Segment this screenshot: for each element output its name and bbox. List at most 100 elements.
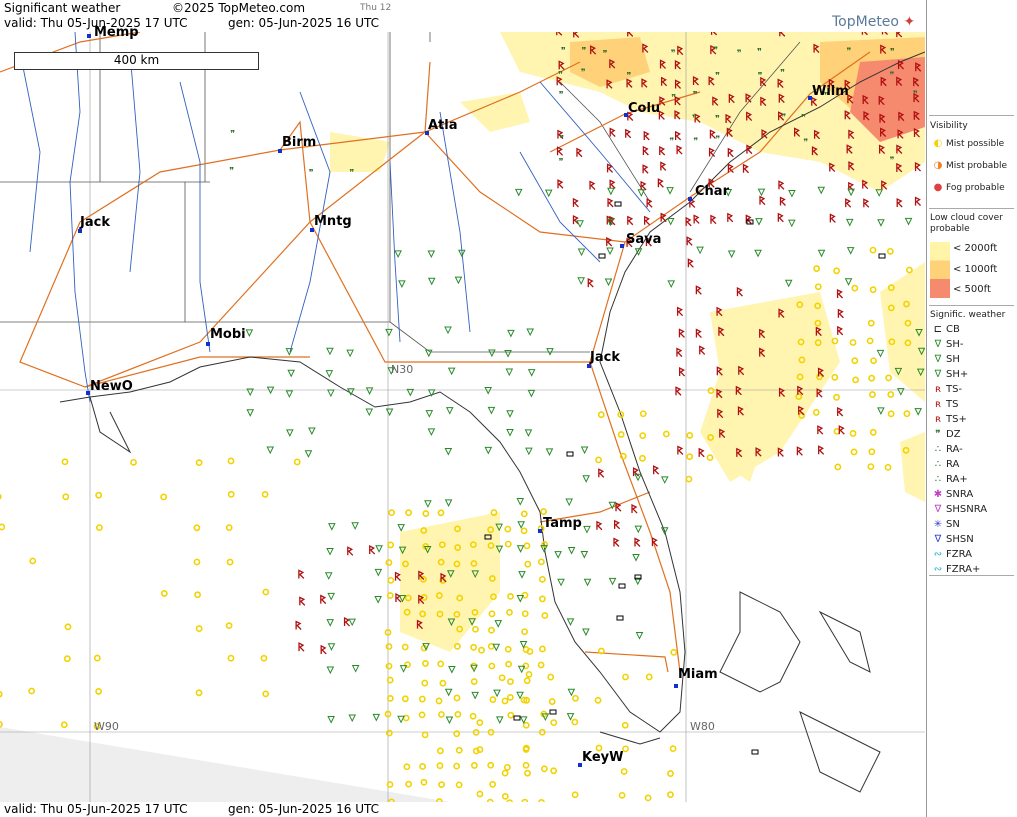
wx-dz: ❞ <box>780 68 785 78</box>
city-label-columbia: Colu <box>628 101 661 116</box>
legend-sigwx-shsn: ∇ SHSN <box>930 534 974 549</box>
legend-cloud-500: < 500ft <box>953 284 991 295</box>
legend-mist-possible: ◐ Mist possible <box>930 138 1005 153</box>
legend-sigwx-cb: ⊏ CB <box>930 324 960 339</box>
legend-sigwx-ra: ∴ RA <box>930 459 960 474</box>
cloud-color-swatch <box>930 242 950 298</box>
logo-text: TopMeteo <box>832 14 899 30</box>
legend-label: SH+ <box>946 369 969 380</box>
legend-label: SNRA <box>946 489 974 500</box>
legend-sigwx-shsnra: ∇ SHSNRA <box>930 504 987 519</box>
legend-sigwx-sh-minusplus: ∇ SH+ <box>930 369 969 384</box>
footer-gen-time: gen: 05-Jun-2025 16 UTC <box>228 802 380 816</box>
legend-panel: Visibility ◐ Mist possible ◑ Mist probable… <box>926 0 1017 817</box>
legend-label: SN <box>946 519 960 530</box>
wx-dz: ❞ <box>693 91 698 101</box>
lat-label-n30: N30 <box>391 363 414 376</box>
wx-dz: ❞ <box>803 138 808 148</box>
city-label-montgomery: Mntg <box>314 214 352 229</box>
wx-dz: ❞ <box>715 71 720 81</box>
legend-sigwx-dz: ❞ DZ <box>930 429 960 444</box>
wx-dz: ❞ <box>582 46 587 56</box>
city-label-jacksonville: Jack <box>590 350 620 365</box>
wx-dz: ❞ <box>692 114 697 124</box>
wx-dz: ❞ <box>913 90 918 100</box>
city-label-key-west: KeyW <box>582 750 624 765</box>
sigwx-7-icon: ❞ <box>935 429 941 440</box>
copyright: ©2025 TopMeteo.com <box>172 1 306 15</box>
sigwx-10-icon: ∴ <box>934 474 942 485</box>
legend-label: TS <box>946 399 959 410</box>
wx-dz: ❞ <box>758 71 763 81</box>
legend-fog-probable: ● Fog probable <box>930 182 1005 197</box>
legend-sigwx-sh: ∇ SH <box>930 354 960 369</box>
wx-dz: ❞ <box>713 46 718 56</box>
city-label-mobile: Mobi <box>210 327 246 342</box>
sigwx-0-icon: ⊏ <box>933 324 943 335</box>
city-label-wilmington: Wilm <box>812 84 849 99</box>
sigwx-4-icon: ʀ <box>934 384 942 395</box>
sigwx-9-icon: ∴ <box>934 459 942 470</box>
wx-dz: ❞ <box>671 94 676 104</box>
wx-dz: ❞ <box>669 137 674 147</box>
wx-dz: ❞ <box>801 113 806 123</box>
city-label-tampa: Tamp <box>543 516 582 531</box>
legend-label: TS- <box>946 384 963 395</box>
legend-label: Fog probable <box>946 183 1005 193</box>
legend-label: RA <box>946 459 960 470</box>
legend-separator <box>929 305 1014 306</box>
legend-label: SH- <box>946 339 964 350</box>
wx-dz: ❞ <box>349 168 354 178</box>
legend-cloud-title: Low cloud cover probable <box>930 213 1003 234</box>
wx-dz: ❞ <box>561 47 566 57</box>
lon-label-w90: W90 <box>94 720 119 733</box>
footer-valid-time: valid: Thu 05-Jun-2025 17 UTC <box>4 802 188 816</box>
compass-icon: ✦ <box>903 14 916 30</box>
wx-dz: ❞ <box>715 135 720 145</box>
lon-label-w80: W80 <box>690 720 715 733</box>
wx-dz: ❞ <box>757 47 762 57</box>
sigwx-13-icon: ✳ <box>933 519 943 530</box>
wx-dz: ❞ <box>626 71 631 81</box>
legend-sigwx-snra: ✱ SNRA <box>930 489 973 504</box>
wx-dz: ❞ <box>559 134 564 144</box>
mist-probable-icon: ◑ <box>933 160 943 171</box>
legend-label: SH <box>946 354 960 365</box>
legend-label: RA+ <box>946 474 968 485</box>
city-label-birmingham: Birm <box>282 135 317 150</box>
wx-dz: ❞ <box>309 168 314 178</box>
fog-probable-icon: ● <box>933 182 943 193</box>
legend-cloud-2000: < 2000ft <box>953 243 998 254</box>
legend-label: TS+ <box>946 414 967 425</box>
legend-sigwx-ra-minusplus: ∴ RA+ <box>930 474 968 489</box>
scale-bar: 400 km <box>14 52 259 70</box>
legend-sigwx-fzra: ∾ FZRA <box>930 549 972 564</box>
wx-dz: ❞ <box>715 114 720 124</box>
sigwx-15-icon: ∾ <box>933 549 943 560</box>
legend-sigwx-ts-minusplus: ʀ TS+ <box>930 414 967 429</box>
wx-dz: ❞ <box>229 167 234 177</box>
legend-label: SHSNRA <box>946 504 988 515</box>
sigwx-11-icon: ✱ <box>933 489 943 500</box>
weather-map[interactable]: ❞ ❞ ❞ ❞ ❞ ❞ ❞ ❞ ❞❞ ❞ ❞ ❞ ❞ ❞ ❞❞ ❞ ❞ ❞ ❞❞ ❞ ❞ ❞❞ ❞ ❞ ❞ ❞❞ ❞❞❞ ❞ ❞ <box>0 32 925 802</box>
sigwx-8-icon: ∴ <box>934 444 942 455</box>
wx-dz: ❞ <box>671 49 676 59</box>
wx-dz: ❞ <box>230 129 235 139</box>
city-label-miami: Miam <box>678 667 718 682</box>
wx-dz: ❞ <box>889 71 894 81</box>
header: Significant weather ©2025 TopMeteo.com T… <box>0 0 925 32</box>
wx-dz: ❞ <box>693 137 698 147</box>
legend-sigwx-sh-minus: ∇ SH- <box>930 339 964 354</box>
legend-separator <box>929 208 1014 209</box>
topmeteo-logo[interactable]: TopMeteo ✦ <box>832 14 915 30</box>
legend-sigwx-ts-minus: ʀ TS- <box>930 384 962 399</box>
city-label-savannah: Sava <box>626 232 662 247</box>
city-label-jackson: Jack <box>80 215 110 230</box>
legend-label: SHSN <box>946 534 974 545</box>
city-label-memphis: Memp <box>94 25 139 40</box>
footer: valid: Thu 05-Jun-2025 17 UTC gen: 05-Ju… <box>0 802 925 817</box>
legend-label: CB <box>946 324 960 335</box>
wx-dz: ❞ <box>581 68 586 78</box>
city-label-atlanta: Atla <box>428 118 458 133</box>
wx-dz: ❞ <box>559 91 564 101</box>
